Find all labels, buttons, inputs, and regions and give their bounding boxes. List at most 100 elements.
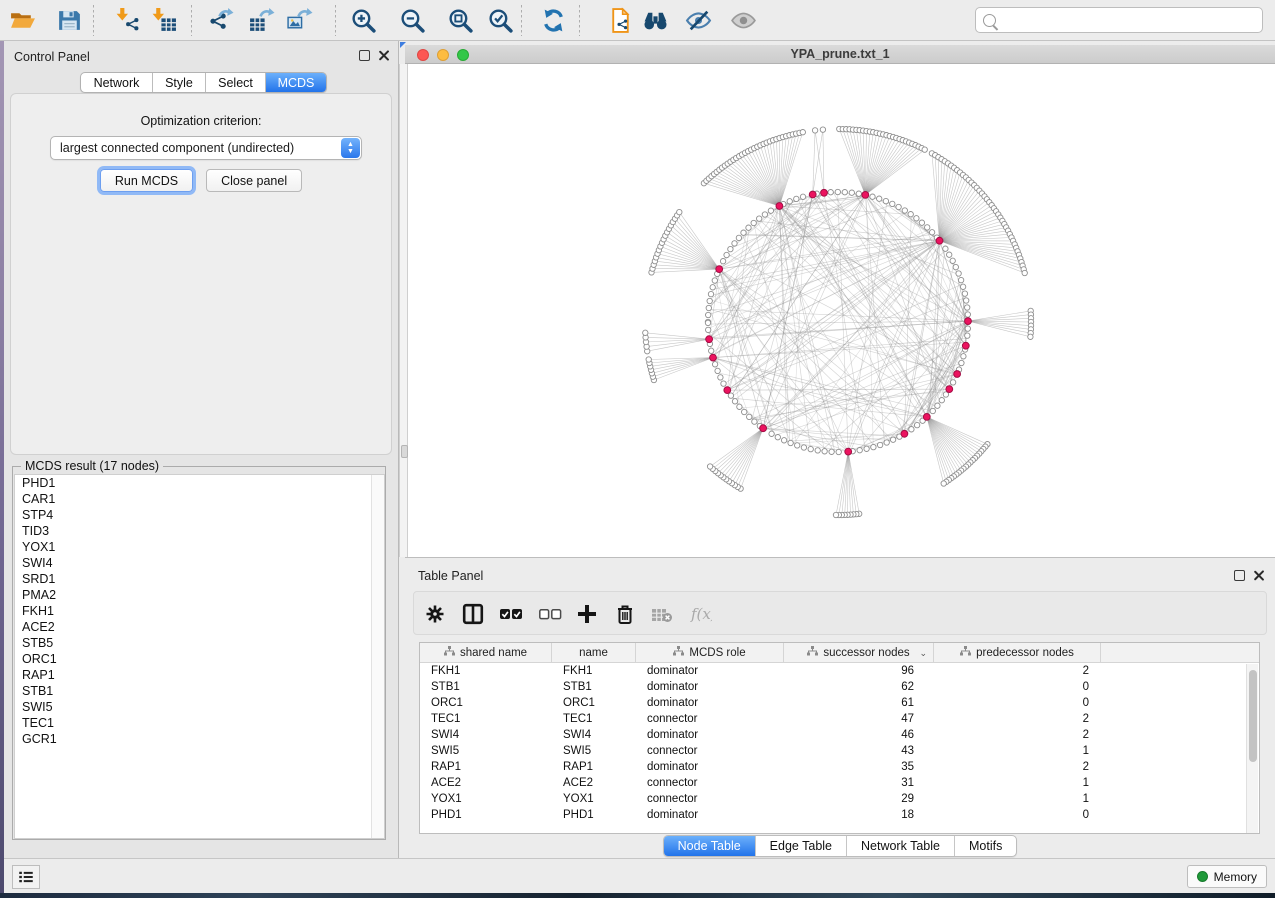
network-node[interactable] [871,444,876,449]
network-node[interactable] [800,130,805,135]
network-node[interactable] [947,252,952,257]
mcds-result-item[interactable]: ORC1 [15,651,384,667]
mcds-hub-node[interactable] [706,336,713,343]
network-node[interactable] [741,230,746,235]
mcds-hub-node[interactable] [923,414,930,421]
mcds-hub-node[interactable] [962,342,969,349]
export-table-icon[interactable] [243,3,279,38]
mcds-result-item[interactable]: STB5 [15,635,384,651]
network-node[interactable] [958,277,963,282]
network-node[interactable] [828,190,833,195]
delete-columns-icon[interactable] [610,601,640,627]
network-node[interactable] [788,440,793,445]
run-mcds-button[interactable]: Run MCDS [100,169,193,192]
network-node[interactable] [707,298,712,303]
mcds-hub-node[interactable] [710,354,717,361]
mcds-result-item[interactable]: STB1 [15,683,384,699]
mcds-result-item[interactable]: SWI5 [15,699,384,715]
table-row[interactable]: ACE2ACE2connector311 [420,775,1259,791]
network-node[interactable] [1028,334,1033,339]
mcds-result-item[interactable]: GCR1 [15,731,384,747]
add-column-icon[interactable] [572,601,602,627]
clone-network-icon[interactable] [602,3,638,38]
network-node[interactable] [943,246,948,251]
network-node[interactable] [890,201,895,206]
network-node[interactable] [795,443,800,448]
network-node[interactable] [732,241,737,246]
network-node[interactable] [801,445,806,450]
mcds-result-item[interactable]: PMA2 [15,587,384,603]
column-layout-icon[interactable] [458,601,488,627]
network-node[interactable] [712,362,717,367]
network-node[interactable] [864,446,869,451]
network-node[interactable] [724,252,729,257]
mcds-result-item[interactable]: FKH1 [15,603,384,619]
mcds-hub-node[interactable] [954,371,961,378]
memory-button[interactable]: Memory [1187,865,1267,888]
import-table-file-icon[interactable] [145,3,181,38]
close-table-panel-icon[interactable] [1252,569,1265,582]
mcds-hub-node[interactable] [724,387,731,394]
tab-network[interactable]: Network [81,73,153,92]
mcds-result-item[interactable]: PHD1 [15,475,384,491]
network-node[interactable] [718,375,723,380]
network-node[interactable] [914,216,919,221]
column-header-successor-nodes[interactable]: successor nodes⌄ [784,643,934,662]
export-network-icon[interactable] [202,3,238,38]
network-node[interactable] [883,198,888,203]
network-node[interactable] [836,449,841,454]
tab-node-table[interactable]: Node Table [664,836,756,856]
network-node[interactable] [857,448,862,453]
column-header-MCDS-role[interactable]: MCDS role [636,643,784,662]
select-all-columns-icon[interactable] [496,601,526,627]
network-node[interactable] [930,408,935,413]
show-hidden-icon[interactable] [725,3,761,38]
mcds-hub-node[interactable] [901,430,908,437]
network-node[interactable] [736,235,741,240]
network-node[interactable] [870,194,875,199]
network-node[interactable] [721,381,726,386]
network-node[interactable] [646,357,651,362]
mcds-result-item[interactable]: SRD1 [15,571,384,587]
search-network-icon[interactable] [637,3,673,38]
network-node[interactable] [820,127,825,132]
network-node[interactable] [919,220,924,225]
task-history-button[interactable] [12,865,40,889]
network-node[interactable] [709,348,714,353]
network-node[interactable] [922,147,927,152]
mcds-result-item[interactable]: CAR1 [15,491,384,507]
network-node[interactable] [787,199,792,204]
hide-selected-icon[interactable] [680,3,716,38]
network-node[interactable] [964,298,969,303]
table-row[interactable]: YOX1YOX1connector291 [420,791,1259,807]
network-node[interactable] [965,333,970,338]
mcds-result-item[interactable]: SWI4 [15,555,384,571]
network-node[interactable] [941,481,946,486]
mcds-hub-node[interactable] [965,318,972,325]
mcds-result-item[interactable]: RAP1 [15,667,384,683]
network-node[interactable] [707,464,712,469]
mcds-hub-node[interactable] [946,386,953,393]
mcds-list-scrollbar[interactable] [371,475,384,838]
network-node[interactable] [746,225,751,230]
column-header-name[interactable]: name [552,643,636,662]
column-header-shared-name[interactable]: shared name [420,643,552,662]
network-node[interactable] [890,437,895,442]
network-left-scrollbar[interactable] [399,64,408,557]
network-node[interactable] [950,258,955,263]
table-row[interactable]: PHD1PHD1dominator180 [420,807,1259,823]
zoom-out-icon[interactable] [394,3,430,38]
mcds-result-item[interactable]: TEC1 [15,715,384,731]
network-node[interactable] [710,285,715,290]
tab-network-table[interactable]: Network Table [847,836,955,856]
network-node[interactable] [856,191,861,196]
network-node[interactable] [720,259,725,264]
network-node[interactable] [808,446,813,451]
network-node[interactable] [842,190,847,195]
network-node[interactable] [732,399,737,404]
export-image-icon[interactable] [281,3,317,38]
network-node[interactable] [737,404,742,409]
table-scrollbar-thumb[interactable] [1249,670,1257,762]
mcds-hub-node[interactable] [862,192,869,199]
table-settings-icon[interactable] [420,601,450,627]
